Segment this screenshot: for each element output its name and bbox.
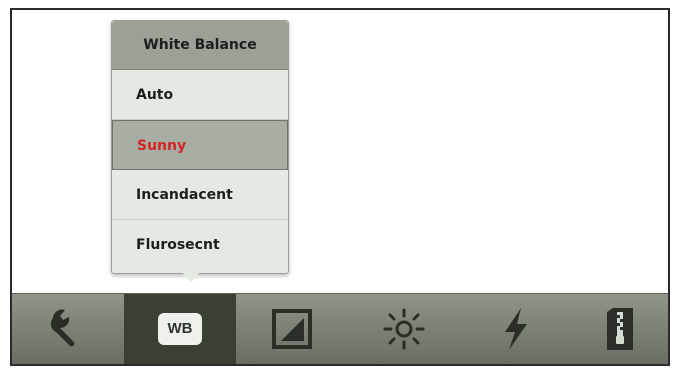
exposure-button[interactable]: [236, 294, 348, 364]
storage-button[interactable]: [572, 294, 668, 364]
camera-app-frame: White Balance Auto Sunny Incandacent Flu…: [10, 8, 670, 366]
brightness-button[interactable]: [348, 294, 460, 364]
brightness-icon: [382, 307, 426, 351]
wb-option-sunny[interactable]: Sunny: [112, 120, 288, 170]
flash-button[interactable]: [460, 294, 572, 364]
popup-pointer: [182, 272, 200, 282]
wb-option-flurosecnt[interactable]: Flurosecnt: [112, 220, 288, 270]
storage-card-icon: [603, 306, 637, 352]
exposure-icon: [271, 308, 313, 350]
popup-title: White Balance: [112, 21, 288, 70]
wb-icon: WB: [158, 313, 202, 345]
settings-button[interactable]: [12, 294, 124, 364]
bottom-toolbar: WB: [12, 293, 668, 364]
wb-option-auto[interactable]: Auto: [112, 70, 288, 120]
flash-icon: [501, 306, 531, 352]
white-balance-button[interactable]: WB: [124, 294, 236, 364]
wb-option-incandacent[interactable]: Incandacent: [112, 170, 288, 220]
wrench-icon: [45, 306, 91, 352]
white-balance-popup: White Balance Auto Sunny Incandacent Flu…: [111, 20, 289, 274]
